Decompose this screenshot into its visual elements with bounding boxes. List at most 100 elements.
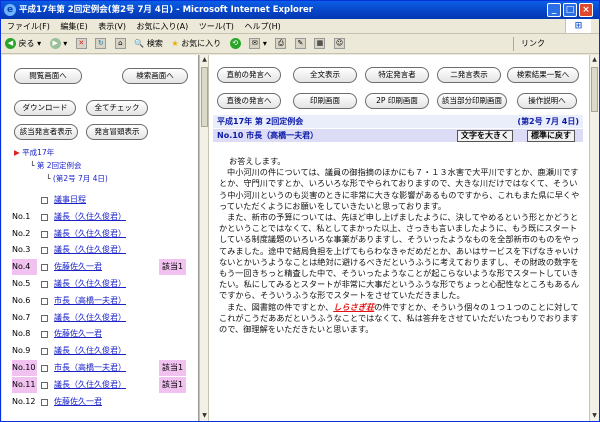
speech-body: お答えします。 中小河川の件については、議員の御指摘のほかにも７・１３水害で大平… <box>219 156 583 335</box>
hit-badge: 該当1 <box>159 376 187 393</box>
back-button[interactable]: ◀ 戻る ▾ <box>5 34 41 54</box>
speaker-link[interactable]: 議長（久住久俊君） <box>54 226 126 242</box>
stop-button[interactable]: ✕ <box>75 34 87 54</box>
menu-file[interactable]: ファイル(F) <box>7 22 50 31</box>
row-checkbox[interactable] <box>41 247 48 255</box>
speaker-excerpt-button[interactable]: 発言冒頭表示 <box>86 124 148 140</box>
menu-edit[interactable]: 編集(E) <box>60 22 87 31</box>
history-icon: ⟲ <box>229 38 241 49</box>
speaker-link[interactable]: 議長（久住久俊君） <box>54 209 126 225</box>
maximize-button[interactable]: □ <box>563 3 577 17</box>
row-number: No.7 <box>12 312 31 322</box>
help-button[interactable]: 操作説明へ <box>517 93 577 109</box>
mail-button[interactable]: ✉ ▾ <box>249 34 267 54</box>
menu-tools[interactable]: ツール(T) <box>199 22 234 31</box>
history-button[interactable]: ⟲ <box>229 34 241 54</box>
speaker-row: No.2 議長（久住久俊君） <box>2 226 198 242</box>
row-checkbox[interactable] <box>41 197 48 204</box>
meeting-title: 平成17年 第 2回定例会 <box>217 117 304 126</box>
row-checkbox[interactable] <box>41 331 48 339</box>
next-speech-button[interactable]: 直後の発言へ <box>217 93 281 109</box>
enlarge-text-button[interactable]: 文字を大きく <box>457 130 513 142</box>
print-screen-button[interactable]: 印刷画面 <box>293 93 357 109</box>
messenger-button[interactable]: ☺ <box>334 34 346 54</box>
close-button[interactable]: × <box>579 3 593 17</box>
menu-help[interactable]: ヘルプ(H) <box>244 22 280 31</box>
scroll-up-icon[interactable]: ▲ <box>590 55 599 65</box>
speaker-link[interactable]: 市長（高橋一夫君） <box>54 360 126 376</box>
print-button[interactable]: ⎙ <box>275 34 287 54</box>
highlighted-keyword: しらさぎ荘 <box>333 301 375 312</box>
reset-text-button[interactable]: 標準に戻す <box>527 130 575 142</box>
speaker-link[interactable]: 佐藤佐久一君 <box>54 259 102 275</box>
results-list-button[interactable]: 検索結果一覧へ <box>507 67 579 83</box>
meeting-date: (第2号 7月 4日) <box>517 117 579 126</box>
row-number: No.5 <box>12 279 31 288</box>
speaker-list-button[interactable]: 該当発言者表示 <box>14 124 78 140</box>
menu-view[interactable]: 表示(V) <box>98 22 126 31</box>
scroll-up-icon[interactable]: ▲ <box>200 55 209 65</box>
row-checkbox[interactable] <box>41 230 48 238</box>
menu-favorites[interactable]: お気に入り(A) <box>137 22 189 31</box>
speaker-link[interactable]: 議長（久住久俊君） <box>54 242 126 258</box>
speaker-link[interactable]: 議長（久住久俊君） <box>54 276 126 292</box>
scroll-thumb[interactable] <box>201 67 208 127</box>
favorites-button[interactable]: ★ お気に入り <box>171 34 221 54</box>
tree-year[interactable]: ▶ 平成17年 <box>14 147 54 158</box>
prev-speech-button[interactable]: 直前の発言へ <box>217 67 281 83</box>
speaker-link[interactable]: 議長（久住久俊君） <box>54 343 126 359</box>
speaker-row: No.7 議長（久住久俊君） <box>2 310 198 326</box>
row-checkbox[interactable] <box>41 281 48 288</box>
left-scrollbar[interactable]: ▲ ▼ <box>199 55 209 421</box>
toolbar: ◀ 戻る ▾ ▶ ▾ ✕ ↻ ⌂ 🔍 検索 ★ お気に入り ⟲ ✉ ▾ ⎙ ✎ … <box>1 34 599 54</box>
discuss-button[interactable]: ▦ <box>314 34 326 54</box>
search-button[interactable]: 🔍 検索 <box>134 34 163 54</box>
two-speech-button[interactable]: 二発言表示 <box>437 67 501 83</box>
row-number: No.10 <box>12 360 37 376</box>
row-checkbox[interactable] <box>41 297 48 305</box>
speaker-link[interactable]: 佐藤佐久一君 <box>54 326 102 342</box>
scroll-thumb[interactable] <box>591 67 598 112</box>
tree-day[interactable]: └ (第2号 7月 4日) <box>46 173 108 184</box>
row-checkbox[interactable] <box>41 365 48 372</box>
partial-print-button[interactable]: 該当部分印刷画面 <box>437 93 507 109</box>
speech-paragraph: また、図書館の件ですとか、しらさぎ荘の件ですとか、そういう個々の１つ１つのことに… <box>219 301 579 335</box>
minimize-button[interactable]: _ <box>547 3 561 17</box>
scroll-down-icon[interactable]: ▼ <box>590 411 599 421</box>
scroll-down-icon[interactable]: ▼ <box>200 411 209 421</box>
windows-logo-icon: ⊞ <box>565 19 591 33</box>
speaker-name: No.10 市長（高橋一夫君） <box>217 131 319 140</box>
row-checkbox[interactable] <box>41 314 48 322</box>
speaker-link[interactable]: 市長（高橋一夫君） <box>54 293 126 309</box>
check-all-button[interactable]: 全てチェック <box>86 100 148 116</box>
right-frame: 直前の発言へ 全文表示 特定発言者 二発言表示 検索結果一覧へ 直後の発言へ 印… <box>209 55 589 421</box>
search-icon: 🔍 <box>134 39 145 48</box>
refresh-button[interactable]: ↻ <box>95 34 107 54</box>
bullet-icon: ▶ <box>14 148 20 157</box>
tree-session[interactable]: └ 第 2回定例会 <box>30 160 82 171</box>
search-screen-button[interactable]: 検索画面へ <box>122 68 188 84</box>
speaker-link[interactable]: 議長（久住久俊君） <box>54 310 126 326</box>
row-checkbox[interactable] <box>41 264 48 272</box>
row-checkbox[interactable] <box>41 348 48 356</box>
row-checkbox[interactable] <box>41 398 48 406</box>
row-checkbox[interactable] <box>41 213 48 221</box>
right-scrollbar[interactable]: ▲ ▼ <box>589 55 599 421</box>
discuss-icon: ▦ <box>314 38 326 49</box>
hit-badge: 該当1 <box>159 259 187 276</box>
two-page-print-button[interactable]: 2P 印刷画面 <box>365 93 429 109</box>
download-button[interactable]: ダウンロード <box>14 100 76 116</box>
meeting-screen-button[interactable]: 閲覧画面へ <box>14 68 82 84</box>
full-text-button[interactable]: 全文表示 <box>293 67 357 83</box>
forward-button[interactable]: ▶ ▾ <box>49 34 67 54</box>
speaker-link[interactable]: 議事日程 <box>54 192 86 208</box>
speaker-link[interactable]: 佐藤佐久一君 <box>54 394 102 410</box>
speaker-link[interactable]: 議長（久住久俊君） <box>54 377 126 393</box>
speech-paragraph: お答えします。 <box>229 156 286 166</box>
row-checkbox[interactable] <box>41 381 48 389</box>
home-button[interactable]: ⌂ <box>114 34 126 54</box>
edit-button[interactable]: ✎ <box>294 34 306 54</box>
links-label[interactable]: リンク <box>521 34 545 54</box>
row-number: No.4 <box>12 259 37 276</box>
specific-speaker-button[interactable]: 特定発言者 <box>365 67 429 83</box>
